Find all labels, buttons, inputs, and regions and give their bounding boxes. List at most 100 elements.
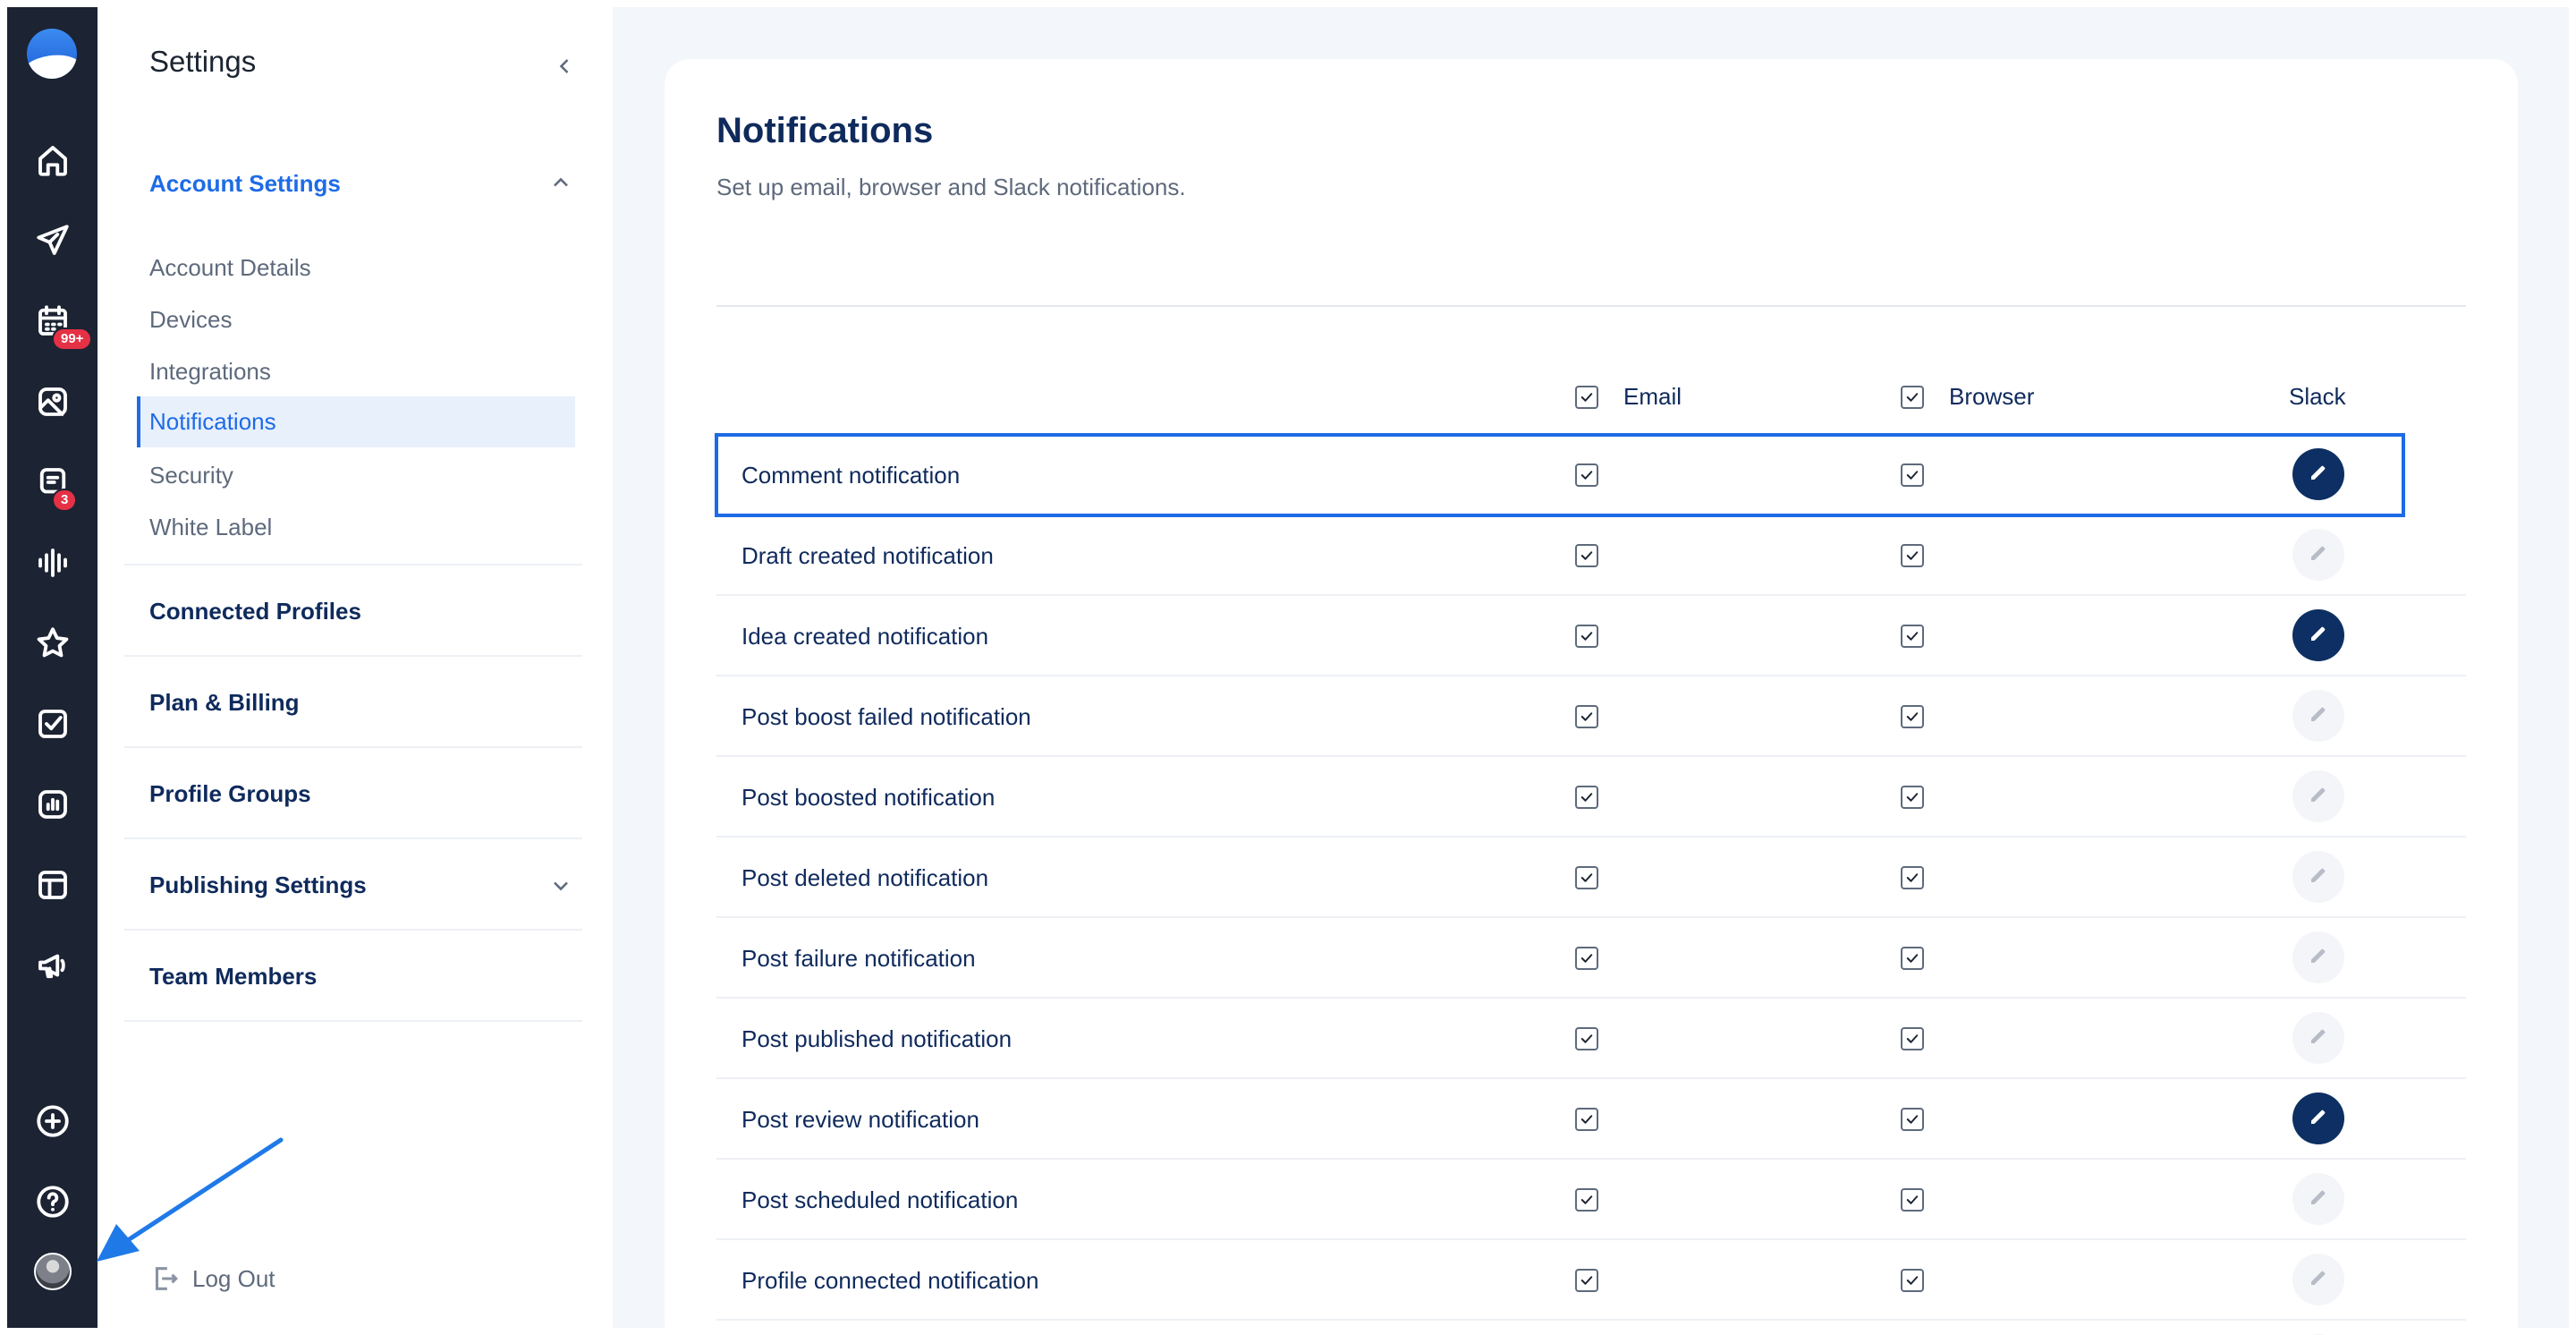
layout-icon[interactable] (7, 857, 97, 913)
chevron-up-icon[interactable] (548, 170, 573, 195)
slack-edit-button[interactable] (2292, 1093, 2344, 1144)
browser-checkbox[interactable] (1901, 786, 1924, 809)
section-account-settings[interactable]: Account Settings (149, 170, 341, 198)
email-checkbox[interactable] (1575, 544, 1598, 567)
divider (124, 838, 582, 839)
main-content: Notifications Set up email, browser and … (613, 7, 2569, 1335)
email-checkbox[interactable] (1575, 866, 1598, 889)
email-checkbox[interactable] (1575, 625, 1598, 648)
row-label: Profile connected notification (741, 1267, 1039, 1294)
divider (124, 929, 582, 931)
browser-checkbox[interactable] (1901, 947, 1924, 970)
analytics-icon[interactable] (7, 777, 97, 832)
slack-edit-button[interactable] (2292, 1173, 2344, 1225)
slack-edit-button[interactable] (2292, 851, 2344, 903)
help-icon[interactable] (7, 1174, 97, 1229)
section-connected-profiles[interactable]: Connected Profiles (149, 598, 361, 625)
row-label: Post deleted notification (741, 864, 989, 891)
checkbox-icon[interactable] (7, 696, 97, 752)
image-icon[interactable] (7, 374, 97, 429)
table-row[interactable]: Comment notification (715, 433, 2405, 517)
chevron-down-icon[interactable] (548, 873, 573, 898)
column-slack: Slack (2289, 383, 2346, 411)
table-row[interactable]: Post boost failed notification (716, 676, 2466, 757)
sidebar-item-white-label[interactable]: White Label (149, 514, 272, 541)
annotation-arrow-icon (97, 1137, 284, 1262)
notifications-card: Notifications Set up email, browser and … (665, 59, 2518, 1335)
slack-edit-button[interactable] (2292, 1012, 2344, 1064)
table-row[interactable]: Post scheduled notification (716, 1160, 2466, 1240)
row-label: Idea created notification (741, 623, 989, 650)
section-profile-groups[interactable]: Profile Groups (149, 780, 311, 808)
page-title: Notifications (716, 111, 934, 150)
icon-rail: 99+ 3 (7, 7, 97, 1328)
column-email: Email (1575, 383, 1682, 411)
sidebar-item-notifications[interactable]: Notifications (137, 396, 575, 447)
slack-edit-button[interactable] (2292, 1254, 2344, 1305)
row-label: Post review notification (741, 1106, 979, 1133)
table-row[interactable]: Post review notification (716, 1079, 2466, 1160)
slack-edit-button[interactable] (2292, 448, 2344, 500)
pencil-icon (2308, 703, 2329, 729)
sidebar-item-integrations[interactable]: Integrations (149, 358, 271, 386)
email-checkbox[interactable] (1575, 786, 1598, 809)
table-row[interactable]: Draft created notification (716, 515, 2466, 596)
table-row[interactable]: Profile connected notification (716, 1240, 2466, 1321)
table-row[interactable]: Post deleted notification (716, 838, 2466, 918)
divider (124, 564, 582, 565)
app-logo[interactable] (27, 29, 77, 79)
browser-checkbox[interactable] (1901, 866, 1924, 889)
megaphone-icon[interactable] (7, 938, 97, 993)
pencil-icon (2308, 542, 2329, 568)
email-all-checkbox[interactable] (1575, 385, 1598, 409)
email-checkbox[interactable] (1575, 1108, 1598, 1131)
browser-checkbox[interactable] (1901, 1108, 1924, 1131)
browser-checkbox[interactable] (1901, 1188, 1924, 1212)
browser-checkbox[interactable] (1901, 463, 1924, 487)
email-checkbox[interactable] (1575, 1269, 1598, 1292)
browser-checkbox[interactable] (1901, 625, 1924, 648)
slack-edit-button[interactable] (2292, 770, 2344, 822)
browser-checkbox[interactable] (1901, 544, 1924, 567)
sidebar-item-security[interactable]: Security (149, 462, 233, 489)
table-row[interactable]: Idea created notification (716, 596, 2466, 676)
home-icon[interactable] (7, 132, 97, 188)
plus-circle-icon[interactable] (7, 1093, 97, 1149)
divider (124, 655, 582, 657)
email-checkbox[interactable] (1575, 705, 1598, 728)
table-row[interactable]: Post published notification (716, 999, 2466, 1079)
table-row[interactable]: Post failure notification (716, 918, 2466, 999)
page-subtitle: Set up email, browser and Slack notifica… (716, 174, 1186, 200)
browser-checkbox[interactable] (1901, 705, 1924, 728)
send-icon[interactable] (7, 213, 97, 268)
sidebar-item-account-details[interactable]: Account Details (149, 254, 311, 282)
notifications-table: Comment notification Draft created notifi… (715, 433, 2466, 1335)
browser-checkbox[interactable] (1901, 1027, 1924, 1050)
section-publishing-settings[interactable]: Publishing Settings (149, 872, 367, 899)
email-checkbox[interactable] (1575, 463, 1598, 487)
column-email-label: Email (1623, 383, 1682, 410)
slack-edit-button[interactable] (2292, 931, 2344, 983)
table-row[interactable]: Profile removed notification (716, 1321, 2466, 1335)
slack-edit-button[interactable] (2292, 690, 2344, 742)
pencil-icon (2308, 784, 2329, 810)
email-checkbox[interactable] (1575, 1027, 1598, 1050)
collapse-sidebar-icon[interactable] (552, 54, 577, 79)
table-row[interactable]: Post boosted notification (716, 757, 2466, 838)
email-checkbox[interactable] (1575, 947, 1598, 970)
browser-all-checkbox[interactable] (1901, 385, 1924, 409)
browser-checkbox[interactable] (1901, 1269, 1924, 1292)
column-browser-label: Browser (1949, 383, 2035, 410)
avatar[interactable] (34, 1253, 72, 1290)
sidebar-item-devices[interactable]: Devices (149, 306, 232, 334)
star-icon[interactable] (7, 616, 97, 671)
email-checkbox[interactable] (1575, 1188, 1598, 1212)
inbox-icon[interactable]: 3 (7, 455, 97, 512)
slack-edit-button[interactable] (2292, 609, 2344, 661)
slack-edit-button[interactable] (2292, 529, 2344, 581)
app-frame: 99+ 3 Settings Account Settings Account … (7, 7, 2569, 1335)
calendar-icon[interactable]: 99+ (7, 293, 97, 351)
section-plan-billing[interactable]: Plan & Billing (149, 689, 300, 717)
section-team-members[interactable]: Team Members (149, 963, 317, 991)
audio-icon[interactable] (7, 535, 97, 591)
